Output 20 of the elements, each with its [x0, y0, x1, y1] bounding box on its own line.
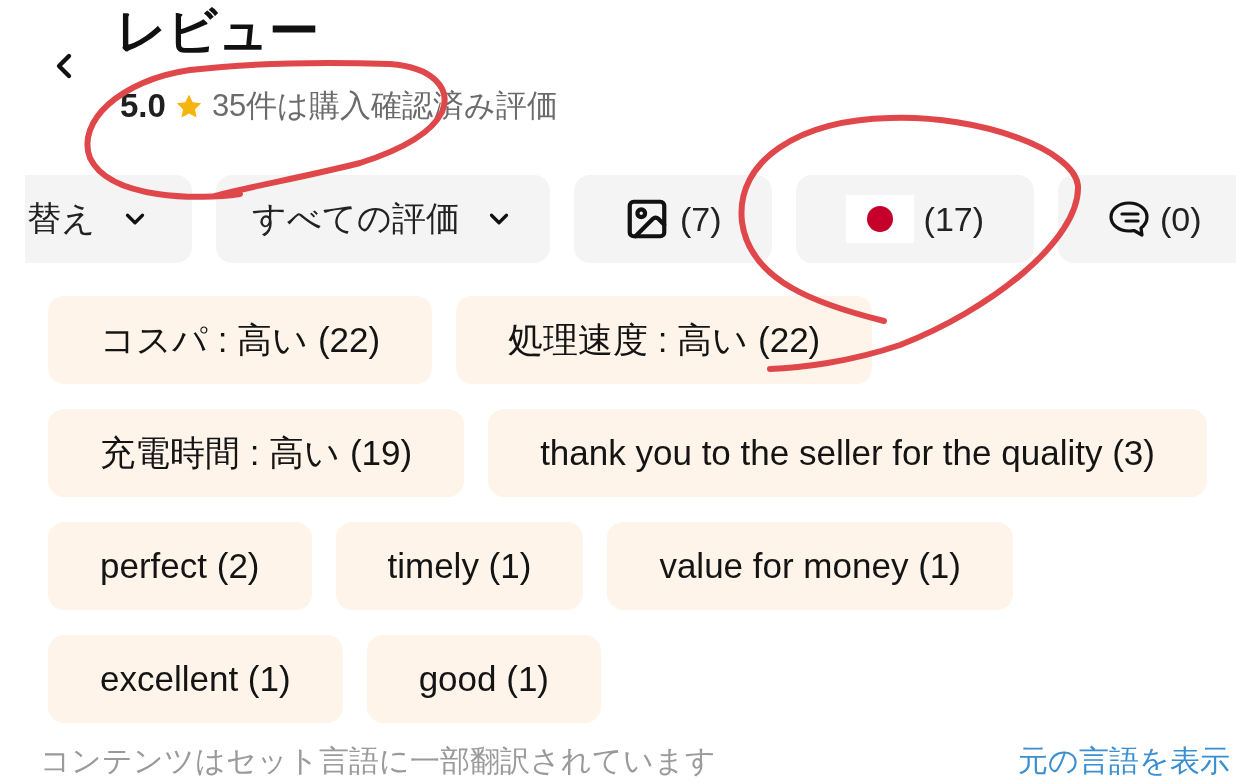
review-tag[interactable]: コスパ : 高い (22) [48, 296, 433, 384]
review-tag[interactable]: value for money (1) [607, 522, 1013, 610]
review-tag[interactable]: 処理速度 : 高い (22) [456, 296, 873, 384]
comment-filter-chip[interactable]: (0) [1058, 175, 1236, 263]
review-tag[interactable]: 充電時間 : 高い (19) [48, 409, 465, 497]
language-filter-chip[interactable]: (17) [795, 175, 1035, 263]
review-tag[interactable]: timely (1) [335, 522, 584, 610]
rating-score: 5.0 [120, 87, 166, 125]
review-tag[interactable]: thank you to the seller for the quality (3) [488, 409, 1207, 497]
review-tag[interactable]: perfect (2) [48, 522, 312, 610]
filter-dropdown[interactable]: 替え [25, 175, 192, 263]
photo-filter-chip[interactable]: (7) [574, 175, 772, 263]
translation-notice: コンテンツはセット言語に一部翻訳されています [40, 743, 716, 779]
speech-bubble-icon [1108, 200, 1151, 238]
page-title: レビュー [116, 2, 319, 60]
review-tag[interactable]: good (1) [366, 635, 601, 723]
star-icon [175, 93, 202, 119]
flag-icon [845, 195, 914, 243]
review-tag[interactable]: excellent (1) [48, 635, 343, 723]
filter-dropdown[interactable]: すべての評価 [216, 175, 550, 263]
